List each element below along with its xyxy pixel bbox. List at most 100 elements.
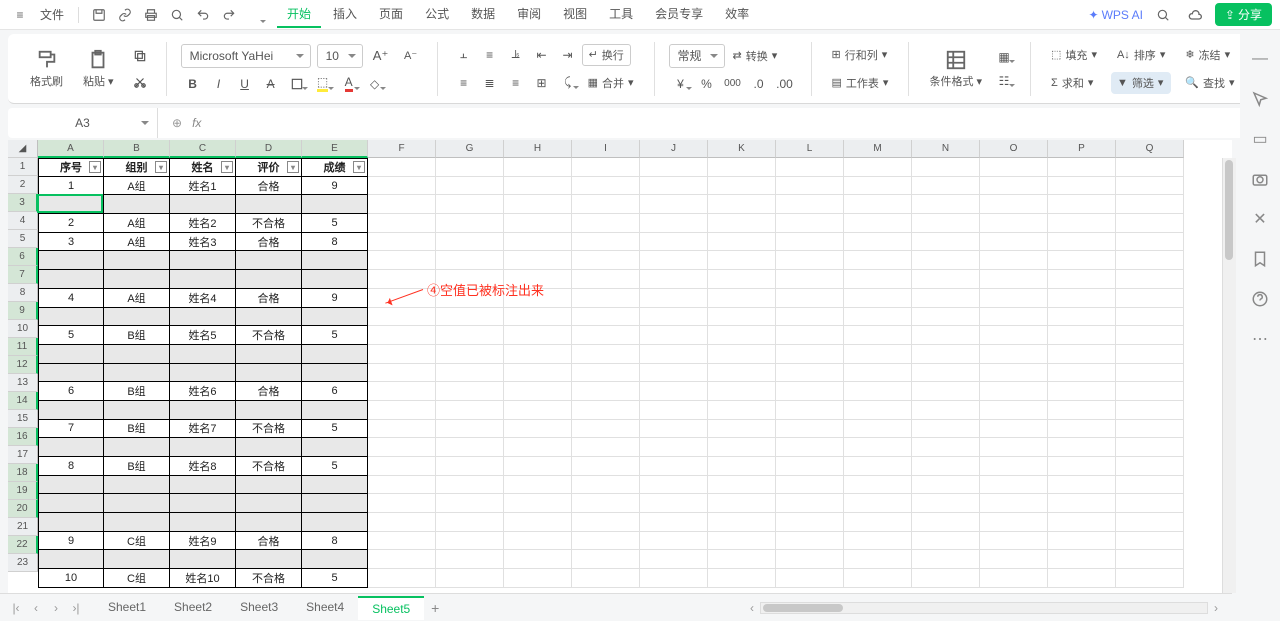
cell[interactable] xyxy=(844,457,912,476)
table-styles-icon[interactable]: ☷ xyxy=(992,71,1016,91)
cell[interactable] xyxy=(104,195,170,214)
cell[interactable]: 姓名3 xyxy=(170,233,236,252)
col-header-J[interactable]: J xyxy=(640,140,708,158)
cell[interactable] xyxy=(980,476,1048,495)
cell[interactable] xyxy=(912,513,980,532)
cell[interactable] xyxy=(1048,457,1116,476)
cell[interactable] xyxy=(572,420,640,439)
clear-format-button[interactable]: ◇ xyxy=(363,74,387,94)
cell[interactable] xyxy=(1048,177,1116,196)
cell[interactable] xyxy=(708,214,776,233)
cell[interactable]: 不合格 xyxy=(236,420,302,439)
menu-会员专享[interactable]: 会员专享 xyxy=(645,1,713,28)
wrap-text-button[interactable]: ↵ 换行 xyxy=(582,44,631,66)
col-header-I[interactable]: I xyxy=(572,140,640,158)
row-header-6[interactable]: 6 xyxy=(8,248,38,266)
cell[interactable] xyxy=(980,270,1048,289)
cell[interactable]: 8 xyxy=(302,233,368,252)
filter-dropdown-icon[interactable]: ▾ xyxy=(287,161,299,173)
undo-icon[interactable] xyxy=(191,3,215,27)
cell[interactable] xyxy=(776,550,844,569)
cell[interactable] xyxy=(436,177,504,196)
cell[interactable] xyxy=(844,494,912,513)
cell[interactable] xyxy=(436,326,504,345)
underline-button[interactable]: U xyxy=(233,74,257,94)
cell[interactable] xyxy=(640,364,708,383)
cell[interactable] xyxy=(436,195,504,214)
cell[interactable] xyxy=(1048,251,1116,270)
menu-three-lines-icon[interactable]: ≡ xyxy=(8,3,32,27)
cell[interactable] xyxy=(912,457,980,476)
cell[interactable] xyxy=(640,345,708,364)
cell[interactable] xyxy=(1116,438,1184,457)
cell[interactable] xyxy=(368,494,436,513)
side-help-icon[interactable] xyxy=(1249,288,1271,310)
cell[interactable] xyxy=(844,308,912,327)
row-header-23[interactable]: 23 xyxy=(8,554,38,572)
vertical-scrollbar[interactable] xyxy=(1222,158,1236,593)
cell[interactable] xyxy=(572,195,640,214)
sheet-tab-Sheet4[interactable]: Sheet4 xyxy=(292,596,358,620)
menu-公式[interactable]: 公式 xyxy=(415,1,459,28)
cell[interactable] xyxy=(368,345,436,364)
cell[interactable] xyxy=(708,401,776,420)
cell[interactable] xyxy=(104,270,170,289)
cell[interactable] xyxy=(572,308,640,327)
cell[interactable] xyxy=(302,345,368,364)
cell[interactable] xyxy=(1048,438,1116,457)
cell[interactable] xyxy=(980,364,1048,383)
row-header-18[interactable]: 18 xyxy=(8,464,38,482)
cell[interactable] xyxy=(844,345,912,364)
cell[interactable] xyxy=(776,326,844,345)
cell[interactable] xyxy=(640,289,708,308)
side-more-icon[interactable]: ⋯ xyxy=(1249,328,1271,350)
menu-页面[interactable]: 页面 xyxy=(369,1,413,28)
row-header-16[interactable]: 16 xyxy=(8,428,38,446)
cell[interactable] xyxy=(912,289,980,308)
cell[interactable]: 2 xyxy=(38,214,104,233)
cell[interactable] xyxy=(776,158,844,177)
indent-decrease-icon[interactable]: ⇤ xyxy=(530,45,554,65)
cell[interactable] xyxy=(708,513,776,532)
cell[interactable] xyxy=(236,270,302,289)
menu-效率[interactable]: 效率 xyxy=(715,1,759,28)
cell[interactable] xyxy=(504,326,572,345)
cell[interactable]: 6 xyxy=(302,382,368,401)
cell[interactable] xyxy=(640,270,708,289)
cell[interactable] xyxy=(980,401,1048,420)
cell[interactable] xyxy=(572,251,640,270)
cell[interactable] xyxy=(980,457,1048,476)
cell[interactable] xyxy=(640,195,708,214)
row-header-20[interactable]: 20 xyxy=(8,500,38,518)
cell[interactable] xyxy=(640,233,708,252)
menu-开始[interactable]: 开始 xyxy=(277,1,321,28)
tab-prev-icon[interactable]: ‹ xyxy=(28,600,44,616)
cell[interactable] xyxy=(912,532,980,551)
cell[interactable] xyxy=(912,308,980,327)
cell[interactable] xyxy=(1048,476,1116,495)
cell[interactable] xyxy=(38,195,104,214)
cell[interactable] xyxy=(912,494,980,513)
font-color-button[interactable]: A xyxy=(337,74,361,94)
cell[interactable] xyxy=(170,513,236,532)
cell[interactable]: C组 xyxy=(104,532,170,551)
cell[interactable] xyxy=(436,345,504,364)
cell[interactable] xyxy=(844,364,912,383)
add-sheet-button[interactable]: + xyxy=(424,597,446,619)
cell[interactable] xyxy=(844,382,912,401)
name-box[interactable]: A3 xyxy=(8,108,158,138)
cell[interactable] xyxy=(776,233,844,252)
cell[interactable] xyxy=(708,364,776,383)
sort-button[interactable]: A↓ 排序 ▾ xyxy=(1111,44,1171,66)
cell[interactable] xyxy=(776,345,844,364)
cell[interactable] xyxy=(38,476,104,495)
cell[interactable] xyxy=(104,308,170,327)
cell[interactable] xyxy=(236,494,302,513)
redo-icon[interactable] xyxy=(217,3,241,27)
row-header-4[interactable]: 4 xyxy=(8,212,38,230)
cell[interactable] xyxy=(776,177,844,196)
cell[interactable]: 姓名1 xyxy=(170,177,236,196)
row-header-21[interactable]: 21 xyxy=(8,518,38,536)
border-button[interactable] xyxy=(285,74,309,94)
cell[interactable] xyxy=(38,308,104,327)
